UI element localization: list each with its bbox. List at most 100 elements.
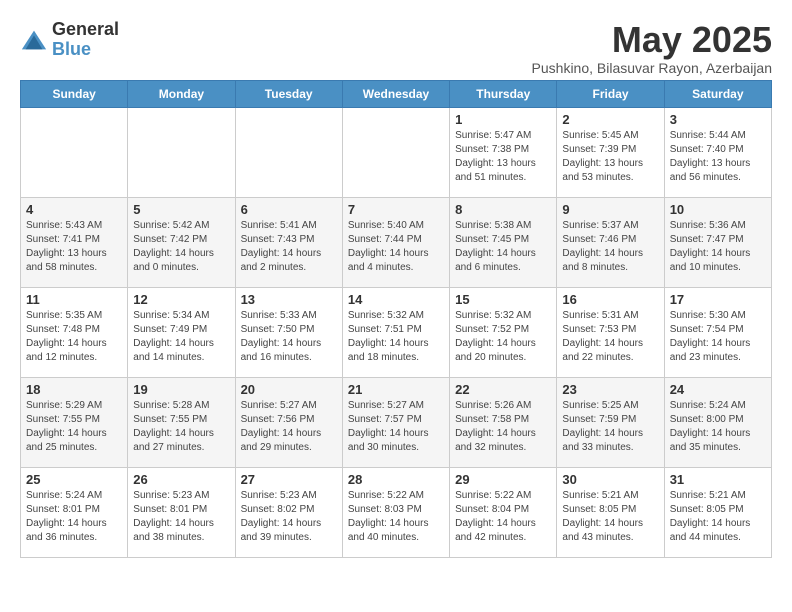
title-section: May 2025 Pushkino, Bilasuvar Rayon, Azer…	[532, 20, 772, 76]
day-header-saturday: Saturday	[664, 80, 771, 107]
day-number: 28	[348, 472, 444, 487]
day-header-thursday: Thursday	[450, 80, 557, 107]
calendar-cell: 28Sunrise: 5:22 AM Sunset: 8:03 PM Dayli…	[342, 467, 449, 557]
day-number: 24	[670, 382, 766, 397]
day-number: 11	[26, 292, 122, 307]
day-number: 1	[455, 112, 551, 127]
header-row: SundayMondayTuesdayWednesdayThursdayFrid…	[21, 80, 772, 107]
day-header-wednesday: Wednesday	[342, 80, 449, 107]
day-number: 5	[133, 202, 229, 217]
day-info: Sunrise: 5:42 AM Sunset: 7:42 PM Dayligh…	[133, 219, 229, 275]
location-subtitle: Pushkino, Bilasuvar Rayon, Azerbaijan	[532, 60, 772, 76]
calendar-cell: 29 Sunrise: 5:22 AM Sunset: 8:04 PM Dayli…	[450, 467, 557, 557]
day-info: Sunrise: 5:33 AM Sunset: 7:50 PM Dayligh…	[241, 309, 337, 365]
day-number: 2	[562, 112, 658, 127]
month-title: May 2025	[532, 20, 772, 60]
day-info: Sunrise: 5:47 AM Sunset: 7:38 PM Dayligh…	[455, 129, 551, 185]
calendar-cell: 3 Sunrise: 5:44 AM Sunset: 7:40 PM Daylig…	[664, 107, 771, 197]
day-info: Sunrise: 5:32 AM Sunset: 7:52 PM Dayligh…	[455, 309, 551, 365]
day-info: Sunrise: 5:27 AM Sunset: 7:56 PM Dayligh…	[241, 399, 337, 455]
calendar-cell: 21 Sunrise: 5:27 AM Sunset: 7:57 PM Dayli…	[342, 377, 449, 467]
day-info: Sunrise: 5:21 AM Sunset: 8:05 PM Dayligh…	[562, 489, 658, 545]
day-number: 12	[133, 292, 229, 307]
day-number: 21	[348, 382, 444, 397]
day-info: Sunrise: 5:28 AM Sunset: 7:55 PM Dayligh…	[133, 399, 229, 455]
calendar-cell: 5 Sunrise: 5:42 AM Sunset: 7:42 PM Daylig…	[128, 197, 235, 287]
day-info: Sunrise: 5:32 AM Sunset: 7:51 PM Dayligh…	[348, 309, 444, 365]
day-number: 23	[562, 382, 658, 397]
page-header: General Blue May 2025 Pushkino, Bilasuva…	[20, 20, 772, 76]
day-info: Sunrise: 5:35 AM Sunset: 7:48 PM Dayligh…	[26, 309, 122, 365]
week-row-4: 18 Sunrise: 5:29 AM Sunset: 7:55 PM Dayli…	[21, 377, 772, 467]
calendar-cell: 13 Sunrise: 5:33 AM Sunset: 7:50 PM Dayli…	[235, 287, 342, 377]
calendar-cell: 6 Sunrise: 5:41 AM Sunset: 7:43 PM Daylig…	[235, 197, 342, 287]
day-number: 7	[348, 202, 444, 217]
day-info: Sunrise: 5:37 AM Sunset: 7:46 PM Dayligh…	[562, 219, 658, 275]
day-info: Sunrise: 5:34 AM Sunset: 7:49 PM Dayligh…	[133, 309, 229, 365]
day-info: Sunrise: 5:23 AM Sunset: 8:01 PM Dayligh…	[133, 489, 229, 545]
calendar-cell: 23 Sunrise: 5:25 AM Sunset: 7:59 PM Dayli…	[557, 377, 664, 467]
day-number: 18	[26, 382, 122, 397]
calendar-cell: 30 Sunrise: 5:21 AM Sunset: 8:05 PM Dayli…	[557, 467, 664, 557]
calendar-cell: 7Sunrise: 5:40 AM Sunset: 7:44 PM Daylig…	[342, 197, 449, 287]
week-row-3: 11 Sunrise: 5:35 AM Sunset: 7:48 PM Dayli…	[21, 287, 772, 377]
calendar-cell: 15 Sunrise: 5:32 AM Sunset: 7:52 PM Dayli…	[450, 287, 557, 377]
day-number: 10	[670, 202, 766, 217]
calendar-cell	[21, 107, 128, 197]
calendar-cell: 22Sunrise: 5:26 AM Sunset: 7:58 PM Dayli…	[450, 377, 557, 467]
calendar-cell: 25 Sunrise: 5:24 AM Sunset: 8:01 PM Dayli…	[21, 467, 128, 557]
day-header-sunday: Sunday	[21, 80, 128, 107]
week-row-5: 25 Sunrise: 5:24 AM Sunset: 8:01 PM Dayli…	[21, 467, 772, 557]
day-number: 17	[670, 292, 766, 307]
calendar-cell: 19 Sunrise: 5:28 AM Sunset: 7:55 PM Dayli…	[128, 377, 235, 467]
logo: General Blue	[20, 20, 119, 60]
day-number: 22	[455, 382, 551, 397]
day-number: 31	[670, 472, 766, 487]
day-info: Sunrise: 5:36 AM Sunset: 7:47 PM Dayligh…	[670, 219, 766, 275]
calendar-cell: 31Sunrise: 5:21 AM Sunset: 8:05 PM Dayli…	[664, 467, 771, 557]
calendar-cell	[235, 107, 342, 197]
day-number: 29	[455, 472, 551, 487]
calendar-cell: 9Sunrise: 5:37 AM Sunset: 7:46 PM Daylig…	[557, 197, 664, 287]
day-number: 20	[241, 382, 337, 397]
day-info: Sunrise: 5:27 AM Sunset: 7:57 PM Dayligh…	[348, 399, 444, 455]
day-number: 15	[455, 292, 551, 307]
day-number: 13	[241, 292, 337, 307]
day-info: Sunrise: 5:41 AM Sunset: 7:43 PM Dayligh…	[241, 219, 337, 275]
calendar-cell: 11 Sunrise: 5:35 AM Sunset: 7:48 PM Dayli…	[21, 287, 128, 377]
day-number: 25	[26, 472, 122, 487]
day-header-monday: Monday	[128, 80, 235, 107]
day-number: 4	[26, 202, 122, 217]
calendar-cell: 1 Sunrise: 5:47 AM Sunset: 7:38 PM Daylig…	[450, 107, 557, 197]
week-row-2: 4 Sunrise: 5:43 AM Sunset: 7:41 PM Daylig…	[21, 197, 772, 287]
day-info: Sunrise: 5:30 AM Sunset: 7:54 PM Dayligh…	[670, 309, 766, 365]
day-number: 26	[133, 472, 229, 487]
calendar-cell: 20 Sunrise: 5:27 AM Sunset: 7:56 PM Dayli…	[235, 377, 342, 467]
calendar-cell: 12 Sunrise: 5:34 AM Sunset: 7:49 PM Dayli…	[128, 287, 235, 377]
day-info: Sunrise: 5:24 AM Sunset: 8:00 PM Dayligh…	[670, 399, 766, 455]
day-number: 6	[241, 202, 337, 217]
calendar-cell: 16Sunrise: 5:31 AM Sunset: 7:53 PM Dayli…	[557, 287, 664, 377]
day-number: 30	[562, 472, 658, 487]
calendar-cell: 24 Sunrise: 5:24 AM Sunset: 8:00 PM Dayli…	[664, 377, 771, 467]
calendar-cell: 17 Sunrise: 5:30 AM Sunset: 7:54 PM Dayli…	[664, 287, 771, 377]
day-number: 3	[670, 112, 766, 127]
week-row-1: 1 Sunrise: 5:47 AM Sunset: 7:38 PM Daylig…	[21, 107, 772, 197]
day-info: Sunrise: 5:22 AM Sunset: 8:04 PM Dayligh…	[455, 489, 551, 545]
day-info: Sunrise: 5:38 AM Sunset: 7:45 PM Dayligh…	[455, 219, 551, 275]
calendar-table: SundayMondayTuesdayWednesdayThursdayFrid…	[20, 80, 772, 558]
day-number: 16	[562, 292, 658, 307]
day-number: 27	[241, 472, 337, 487]
day-info: Sunrise: 5:24 AM Sunset: 8:01 PM Dayligh…	[26, 489, 122, 545]
day-info: Sunrise: 5:25 AM Sunset: 7:59 PM Dayligh…	[562, 399, 658, 455]
logo-blue: Blue	[52, 40, 119, 60]
day-header-friday: Friday	[557, 80, 664, 107]
day-number: 14	[348, 292, 444, 307]
day-info: Sunrise: 5:43 AM Sunset: 7:41 PM Dayligh…	[26, 219, 122, 275]
day-info: Sunrise: 5:44 AM Sunset: 7:40 PM Dayligh…	[670, 129, 766, 185]
calendar-cell: 27Sunrise: 5:23 AM Sunset: 8:02 PM Dayli…	[235, 467, 342, 557]
calendar-cell: 10 Sunrise: 5:36 AM Sunset: 7:47 PM Dayli…	[664, 197, 771, 287]
logo-icon	[20, 26, 48, 54]
day-info: Sunrise: 5:29 AM Sunset: 7:55 PM Dayligh…	[26, 399, 122, 455]
day-number: 19	[133, 382, 229, 397]
